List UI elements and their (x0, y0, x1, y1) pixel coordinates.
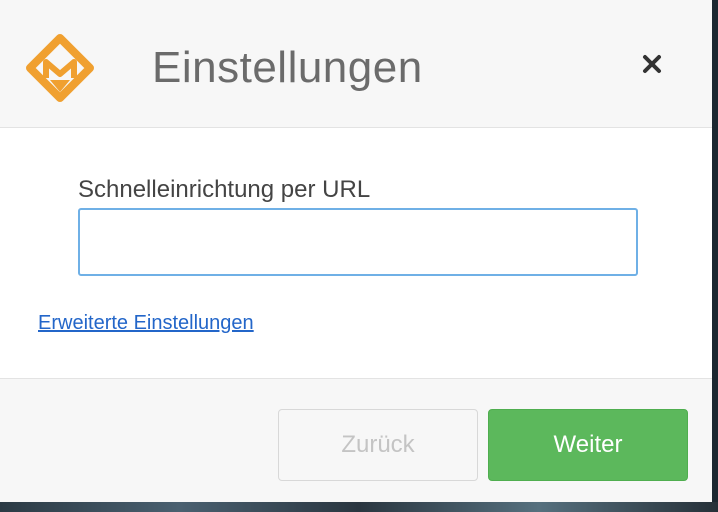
dialog-title: Einstellungen (152, 43, 423, 92)
quick-setup-url-input[interactable] (78, 208, 638, 276)
quick-setup-url-label: Schnelleinrichtung per URL (78, 176, 371, 203)
next-button[interactable]: Weiter (488, 409, 688, 481)
back-button[interactable]: Zurück (278, 409, 478, 481)
background-edge (712, 0, 718, 512)
dialog-body: Schnelleinrichtung per URL Erweiterte Ei… (0, 128, 712, 378)
app-logo-icon (26, 34, 94, 102)
dialog-footer: Zurück Weiter (0, 378, 712, 502)
advanced-settings-link[interactable]: Erweiterte Einstellungen (38, 312, 254, 335)
close-icon[interactable] (636, 48, 668, 80)
background-strip (0, 502, 718, 512)
dialog-header: Einstellungen (0, 0, 712, 128)
settings-dialog: Einstellungen Schnelleinrichtung per URL… (0, 0, 712, 502)
